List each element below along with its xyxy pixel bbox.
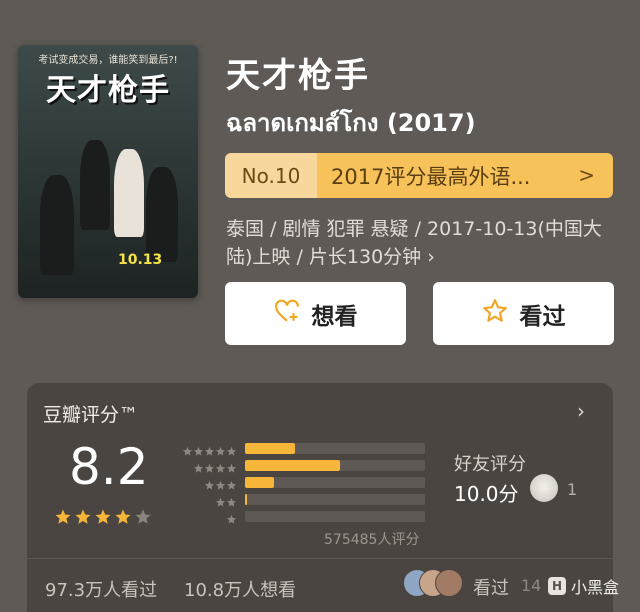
vote-count: 575485人评分 — [324, 532, 420, 548]
watched-button[interactable]: 看过 — [433, 282, 614, 345]
star-empty-icon — [134, 508, 152, 526]
heart-plus-icon — [274, 298, 300, 330]
friend-count: 1 — [567, 480, 578, 499]
chevron-right-icon[interactable]: › — [577, 399, 585, 423]
mini-stars — [177, 476, 237, 490]
poster-title: 天才枪手 — [46, 73, 170, 108]
rank-label: 2017评分最高外语... — [331, 164, 531, 189]
friend-avatars[interactable] — [403, 569, 463, 597]
watermark-logo-icon: H — [548, 577, 566, 595]
bar-fill — [245, 460, 341, 471]
poster-figure — [114, 149, 144, 237]
mini-stars — [177, 459, 237, 473]
want-count[interactable]: 10.8万人想看 — [184, 576, 296, 602]
mini-star-icon — [226, 442, 237, 456]
friend-rating-score: 10.0分 — [454, 482, 519, 506]
movie-title: 天才枪手 — [226, 56, 370, 96]
mini-star-icon — [226, 493, 237, 507]
bar-track — [245, 443, 425, 454]
poster-figure — [80, 140, 110, 230]
watched-count[interactable]: 97.3万人看过 — [45, 576, 157, 602]
mini-star-icon — [226, 510, 237, 524]
movie-meta[interactable]: 泰国 / 剧情 犯罪 悬疑 / 2017-10-13(中国大陆)上映 / 片长1… — [226, 215, 606, 271]
bar-track — [245, 494, 425, 505]
movie-original-title: ฉลาดเกมส์โกง (2017) — [226, 109, 476, 137]
seen-label: 看过 — [519, 303, 566, 330]
ranking-banner[interactable]: No.10 2017评分最高外语... > — [225, 153, 613, 198]
want-to-watch-button[interactable]: 想看 — [225, 282, 406, 345]
star-outline-icon — [482, 298, 508, 330]
star-filled-icon — [114, 508, 132, 526]
mini-star-icon — [204, 476, 215, 490]
mini-star-icon — [226, 459, 237, 473]
mini-stars — [177, 442, 237, 456]
bar-fill — [245, 494, 247, 505]
mini-star-icon — [204, 442, 215, 456]
rating-card[interactable]: 豆瓣评分™ › 8.2 575485人评分 好友评分 10.0分 1 97.3万… — [27, 383, 613, 612]
mini-stars — [177, 493, 237, 507]
divider — [27, 558, 613, 559]
mini-star-icon — [182, 442, 193, 456]
friend-rating-label: 好友评分 — [454, 454, 526, 475]
bar-fill — [245, 443, 296, 454]
rank-number: No.10 — [225, 153, 317, 198]
star-filled-icon — [74, 508, 92, 526]
bar-track — [245, 460, 425, 471]
movie-poster[interactable]: 考试变成交易，谁能笑到最后?! 天才枪手 10.13 — [18, 45, 198, 298]
poster-figure — [146, 167, 178, 262]
avatar — [435, 569, 463, 597]
mini-star-icon — [204, 459, 215, 473]
watermark-text: 小黑盒 — [571, 578, 620, 597]
rating-stars — [54, 508, 152, 526]
mini-star-icon — [193, 459, 204, 473]
mini-star-icon — [193, 442, 204, 456]
friend-avatar[interactable] — [530, 474, 558, 502]
star-filled-icon — [54, 508, 72, 526]
want-label: 想看 — [311, 303, 358, 330]
mini-star-icon — [215, 442, 226, 456]
chevron-right-icon: > — [578, 163, 595, 187]
bar-track — [245, 511, 425, 522]
seen-friends-label: 看过 — [473, 578, 509, 599]
mini-star-icon — [226, 476, 237, 490]
rating-header: 豆瓣评分™ — [43, 404, 139, 426]
bar-track — [245, 477, 425, 488]
star-filled-icon — [94, 508, 112, 526]
seen-friends-count: 14 — [521, 576, 542, 595]
mini-star-icon — [215, 459, 226, 473]
rating-score: 8.2 — [69, 438, 149, 496]
poster-tagline: 考试变成交易，谁能笑到最后?! — [38, 55, 178, 66]
poster-date: 10.13 — [118, 252, 163, 268]
mini-star-icon — [215, 476, 226, 490]
mini-star-icon — [215, 493, 226, 507]
watermark: H 小黑盒 — [548, 574, 619, 598]
poster-figure — [40, 175, 74, 275]
rank-label-box: 2017评分最高外语... > — [317, 153, 613, 198]
bar-fill — [245, 477, 274, 488]
mini-stars — [177, 510, 237, 524]
